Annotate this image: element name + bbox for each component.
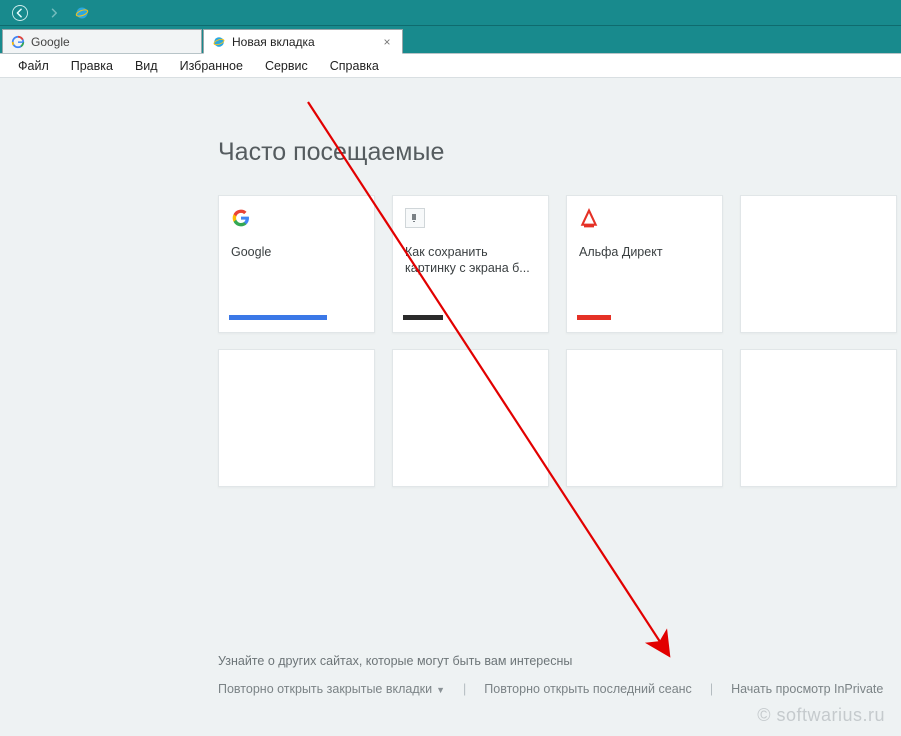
reopen-closed-label: Повторно открыть закрытые вкладки — [218, 682, 432, 696]
google-icon — [231, 208, 251, 228]
tile-alpha-direct[interactable]: Альфа Директ — [566, 195, 723, 333]
reopen-closed-tabs-link[interactable]: Повторно открыть закрытые вкладки ▼ — [218, 682, 445, 696]
ie-logo-icon — [74, 5, 90, 21]
tile-screenshot[interactable]: Как сохранить картинку с экрана б... — [392, 195, 549, 333]
page-footer: Узнайте о других сайтах, которые могут б… — [218, 654, 901, 696]
tab-strip: Google Новая вкладка × — [0, 26, 901, 54]
page-heading: Часто посещаемые — [218, 138, 901, 167]
forward-button[interactable] — [40, 2, 68, 24]
tab-close-icon[interactable]: × — [380, 35, 394, 49]
address-bar[interactable] — [96, 4, 895, 22]
separator: | — [710, 682, 713, 696]
alpha-icon — [579, 208, 599, 228]
tile-title: Google — [231, 244, 362, 260]
frequent-sites-grid: Google Как сохранить картинку с экрана б… — [218, 195, 898, 487]
page-content: Часто посещаемые Google Как сохранить ка… — [0, 78, 901, 736]
menu-favorites[interactable]: Избранное — [170, 56, 253, 76]
tile-google[interactable]: Google — [218, 195, 375, 333]
tile-title: Как сохранить картинку с экрана б... — [405, 244, 536, 277]
tile-empty — [218, 349, 375, 487]
separator: | — [463, 682, 466, 696]
tile-empty — [740, 195, 897, 333]
reopen-last-session-link[interactable]: Повторно открыть последний сеанс — [484, 682, 692, 696]
screenshot-icon — [405, 208, 425, 228]
tile-empty — [566, 349, 723, 487]
tile-title: Альфа Директ — [579, 244, 710, 260]
menu-file[interactable]: Файл — [8, 56, 59, 76]
tab-title: Google — [31, 35, 193, 49]
tab-new[interactable]: Новая вкладка × — [203, 29, 403, 54]
tab-google[interactable]: Google — [2, 29, 202, 53]
back-button[interactable] — [6, 2, 34, 24]
tile-accent-bar — [403, 315, 443, 320]
start-inprivate-link[interactable]: Начать просмотр InPrivate — [731, 682, 883, 696]
menu-tools[interactable]: Сервис — [255, 56, 318, 76]
tile-accent-bar — [577, 315, 611, 320]
menu-bar: Файл Правка Вид Избранное Сервис Справка — [0, 54, 901, 78]
tile-accent-bar — [229, 315, 327, 320]
ie-favicon-icon — [212, 35, 226, 49]
window-titlebar — [0, 0, 901, 26]
watermark: © softwarius.ru — [757, 705, 885, 726]
tile-empty — [392, 349, 549, 487]
menu-edit[interactable]: Правка — [61, 56, 123, 76]
google-favicon-icon — [11, 35, 25, 49]
tab-title: Новая вкладка — [232, 35, 374, 49]
tile-empty — [740, 349, 897, 487]
footer-hint: Узнайте о других сайтах, которые могут б… — [218, 654, 901, 668]
menu-help[interactable]: Справка — [320, 56, 389, 76]
menu-view[interactable]: Вид — [125, 56, 168, 76]
chevron-down-icon: ▼ — [436, 685, 445, 695]
arrow-right-icon — [45, 4, 63, 22]
arrow-left-icon — [11, 4, 29, 22]
